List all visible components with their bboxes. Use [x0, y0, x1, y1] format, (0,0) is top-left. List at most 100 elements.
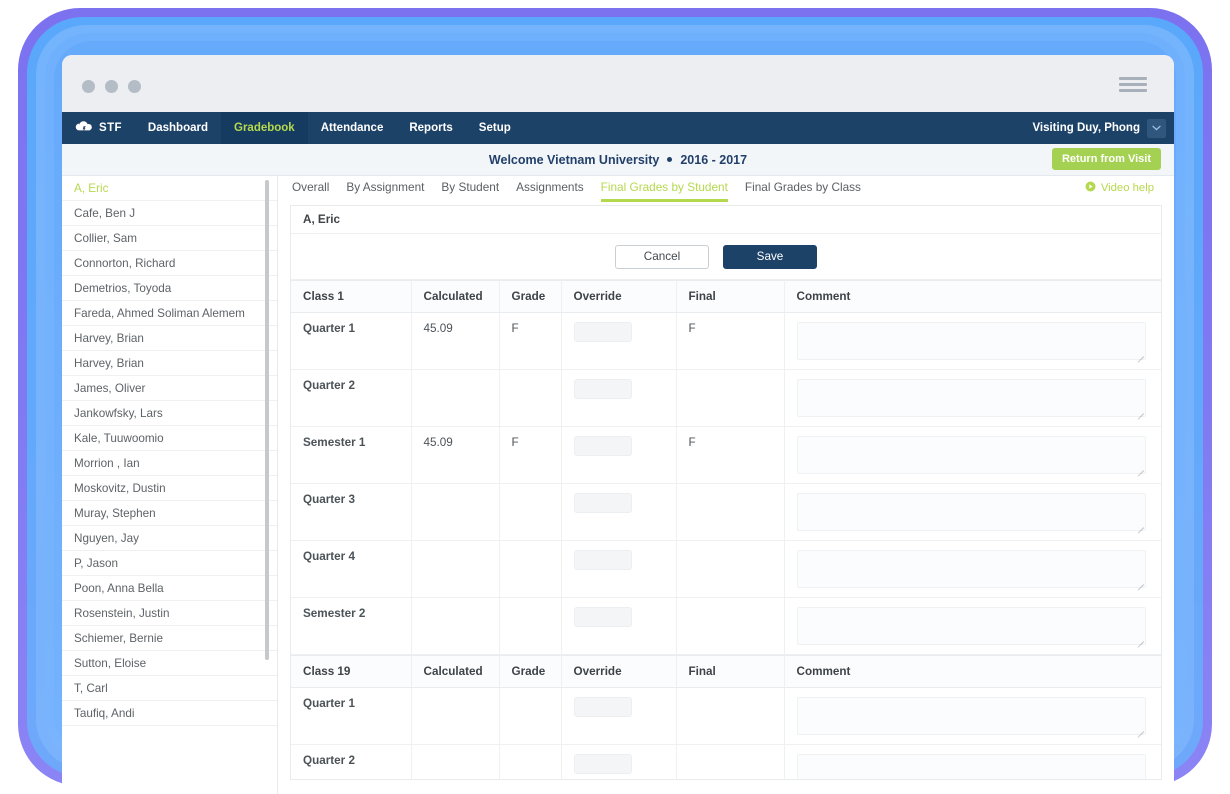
nav-item-attendance[interactable]: Attendance	[308, 112, 397, 144]
table-row: Quarter 145.09FF	[291, 313, 1161, 370]
student-list-item[interactable]: Morrion , Ian	[62, 451, 277, 476]
comment-textarea[interactable]	[797, 493, 1147, 531]
tab-by-student[interactable]: By Student	[441, 180, 499, 202]
column-header: Grade	[499, 656, 561, 688]
resize-handle-icon[interactable]	[1135, 577, 1144, 586]
student-list-sidebar[interactable]: A, EricCafe, Ben JCollier, SamConnorton,…	[62, 176, 278, 794]
window-maximize-dot[interactable]	[128, 80, 141, 93]
student-list-item[interactable]: Kale, Tuuwoomio	[62, 426, 277, 451]
final-grade-value: F	[499, 427, 561, 484]
grading-period-label: Quarter 1	[291, 313, 411, 370]
grading-period-label: Semester 1	[291, 427, 411, 484]
calculated-value	[411, 484, 499, 541]
student-list-item[interactable]: Cafe, Ben J	[62, 201, 277, 226]
student-list-item[interactable]: Taufiq, Andi	[62, 701, 277, 726]
comment-textarea[interactable]	[797, 436, 1147, 474]
final-grade-value	[499, 688, 561, 745]
student-list-item[interactable]: Poon, Anna Bella	[62, 576, 277, 601]
student-list-item[interactable]: Nguyen, Jay	[62, 526, 277, 551]
override-input[interactable]	[574, 550, 632, 570]
column-header: Final	[676, 656, 784, 688]
cloud-logo-icon	[74, 120, 93, 136]
column-header: Class 19	[291, 656, 411, 688]
comment-textarea[interactable]	[797, 697, 1147, 735]
tab-by-assignment[interactable]: By Assignment	[346, 180, 424, 202]
student-list-item[interactable]: Schiemer, Bernie	[62, 626, 277, 651]
override-input[interactable]	[574, 754, 632, 774]
comment-textarea[interactable]	[797, 379, 1147, 417]
final-grades-panel: A, Eric Cancel Save Class 1CalculatedGra…	[290, 205, 1162, 780]
calculated-value	[411, 688, 499, 745]
student-list-item[interactable]: Harvey, Brian	[62, 326, 277, 351]
override-input[interactable]	[574, 322, 632, 342]
tab-overall[interactable]: Overall	[292, 180, 329, 202]
resize-handle-icon[interactable]	[1135, 724, 1144, 733]
resize-handle-icon[interactable]	[1135, 406, 1144, 415]
final-grade-value	[676, 370, 784, 427]
grading-period-label: Semester 2	[291, 598, 411, 655]
brand-label: STF	[99, 122, 122, 134]
resize-handle-icon[interactable]	[1135, 520, 1144, 529]
resize-handle-icon[interactable]	[1135, 634, 1144, 643]
override-input[interactable]	[574, 379, 632, 399]
sidebar-scrollbar-thumb[interactable]	[265, 180, 269, 660]
comment-textarea[interactable]	[797, 607, 1147, 645]
tab-assignments[interactable]: Assignments	[516, 180, 584, 202]
student-list-item[interactable]: Connorton, Richard	[62, 251, 277, 276]
brand-logo[interactable]: STF	[62, 112, 135, 144]
comment-textarea[interactable]	[797, 754, 1147, 780]
comment-textarea[interactable]	[797, 322, 1147, 360]
comment-cell	[784, 313, 1161, 370]
comment-cell	[784, 745, 1161, 781]
student-list-item[interactable]: James, Oliver	[62, 376, 277, 401]
table-row: Semester 2	[291, 598, 1161, 655]
student-list-item[interactable]: Sutton, Eloise	[62, 651, 277, 676]
column-header: Override	[561, 281, 676, 313]
override-input[interactable]	[574, 436, 632, 456]
override-input[interactable]	[574, 697, 632, 717]
column-header: Calculated	[411, 281, 499, 313]
main-navbar: STF Dashboard Gradebook Attendance Repor…	[62, 112, 1174, 144]
student-list-item[interactable]: Jankowfsky, Lars	[62, 401, 277, 426]
student-list-item[interactable]: Rosenstein, Justin	[62, 601, 277, 626]
tab-final-grades-by-class[interactable]: Final Grades by Class	[745, 180, 861, 202]
student-list-item[interactable]: Muray, Stephen	[62, 501, 277, 526]
student-list-item[interactable]: Harvey, Brian	[62, 351, 277, 376]
table-row: Quarter 3	[291, 484, 1161, 541]
resize-handle-icon[interactable]	[1135, 463, 1144, 472]
student-list-item[interactable]: A, Eric	[62, 176, 277, 201]
grading-period-label: Quarter 2	[291, 745, 411, 781]
browser-window: STF Dashboard Gradebook Attendance Repor…	[62, 55, 1174, 794]
video-help-link[interactable]: Video help	[1085, 181, 1154, 195]
student-list-item[interactable]: Moskovitz, Dustin	[62, 476, 277, 501]
override-input[interactable]	[574, 493, 632, 513]
student-list-item[interactable]: Fareda, Ahmed Soliman Alemem	[62, 301, 277, 326]
calculated-value: 45.09	[411, 427, 499, 484]
cancel-button[interactable]: Cancel	[615, 245, 709, 269]
comment-cell	[784, 598, 1161, 655]
final-grade-value	[499, 598, 561, 655]
student-list-item[interactable]: T, Carl	[62, 676, 277, 701]
comment-textarea[interactable]	[797, 550, 1147, 588]
override-cell	[561, 370, 676, 427]
save-button[interactable]: Save	[723, 245, 817, 269]
student-list-item[interactable]: Collier, Sam	[62, 226, 277, 251]
final-grade-value	[499, 370, 561, 427]
window-minimize-dot[interactable]	[105, 80, 118, 93]
chevron-down-icon[interactable]	[1147, 119, 1166, 138]
override-input[interactable]	[574, 607, 632, 627]
student-list-item[interactable]: P, Jason	[62, 551, 277, 576]
resize-handle-icon[interactable]	[1135, 349, 1144, 358]
student-list-item[interactable]: Demetrios, Toyoda	[62, 276, 277, 301]
tab-final-grades-by-student[interactable]: Final Grades by Student	[601, 180, 728, 202]
nav-item-gradebook[interactable]: Gradebook	[221, 112, 308, 144]
return-from-visit-button[interactable]: Return from Visit	[1052, 148, 1161, 170]
panel-action-bar: Cancel Save	[291, 234, 1161, 280]
nav-item-dashboard[interactable]: Dashboard	[135, 112, 221, 144]
hamburger-icon[interactable]	[1119, 77, 1147, 92]
nav-item-setup[interactable]: Setup	[466, 112, 524, 144]
override-cell	[561, 313, 676, 370]
nav-item-reports[interactable]: Reports	[396, 112, 465, 144]
window-close-dot[interactable]	[82, 80, 95, 93]
user-menu[interactable]: Visiting Duy, Phong	[1032, 112, 1174, 144]
